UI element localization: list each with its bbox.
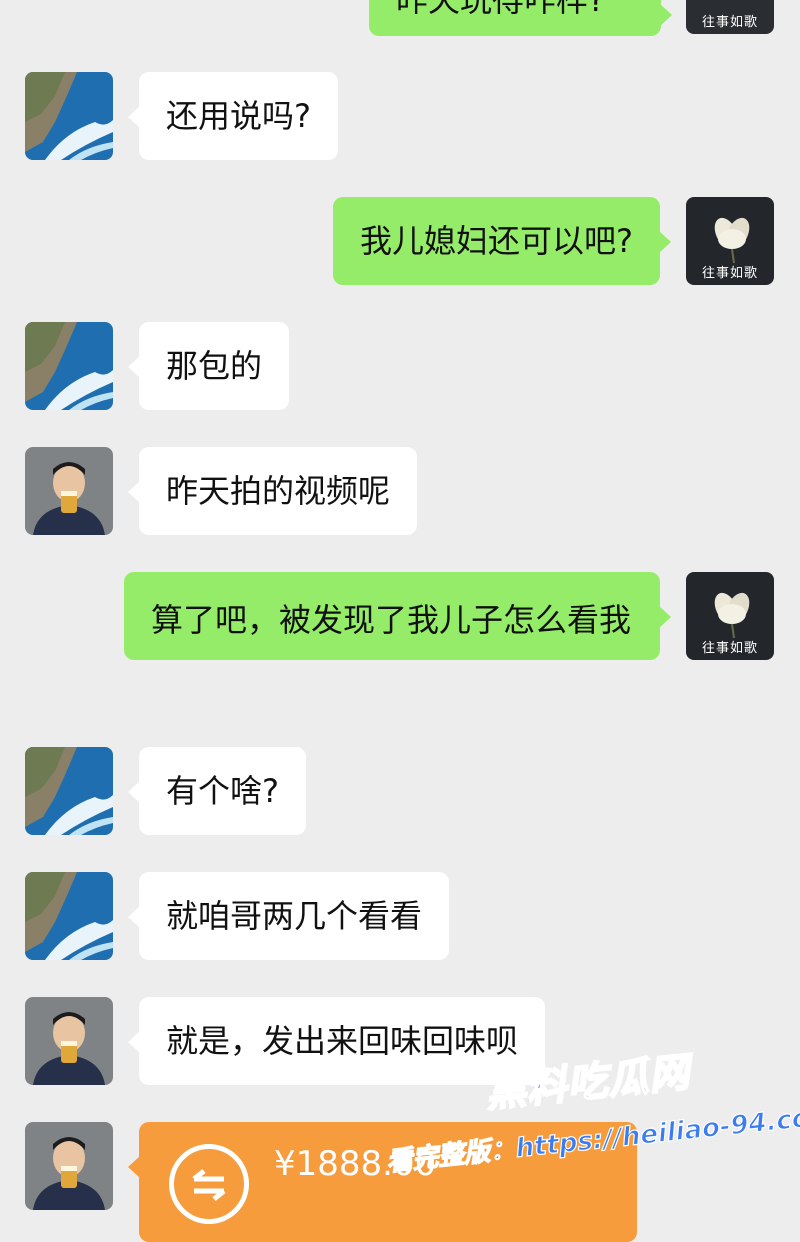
message-bubble-incoming[interactable]: 昨天拍的视频呢 bbox=[127, 447, 418, 535]
message-text: 还用说吗? bbox=[166, 97, 311, 135]
message-bubble-outgoing[interactable]: 昨天玩得咋样? bbox=[369, 0, 672, 36]
avatar-flower[interactable]: 往事如歌 bbox=[686, 0, 774, 34]
message-bubble-incoming[interactable]: 那包的 bbox=[127, 322, 290, 410]
avatar-cliff[interactable] bbox=[25, 322, 113, 410]
message-bubble-outgoing[interactable]: 算了吧，被发现了我儿子怎么看我 bbox=[124, 572, 671, 660]
message-text: 昨天拍的视频呢 bbox=[166, 472, 391, 510]
avatar-flower[interactable]: 往事如歌 bbox=[686, 197, 774, 285]
message-bubble-outgoing[interactable]: 我儿媳妇还可以吧? bbox=[333, 197, 671, 285]
man-with-beer-avatar-icon bbox=[25, 447, 113, 535]
message-bubble-incoming[interactable]: 还用说吗? bbox=[128, 72, 338, 160]
avatar-man[interactable] bbox=[25, 997, 113, 1085]
message-text: 我儿媳妇还可以吧? bbox=[360, 222, 633, 260]
avatar-flower[interactable]: 往事如歌 bbox=[686, 572, 774, 660]
message-text: 那包的 bbox=[166, 347, 263, 385]
message-text: 昨天玩得咋样? bbox=[396, 0, 605, 19]
transfer-icon bbox=[169, 1144, 249, 1224]
message-bubble-incoming[interactable]: 就咱哥两几个看看 bbox=[127, 872, 450, 960]
message-text: 就咱哥两几个看看 bbox=[166, 897, 423, 935]
watermark: 黑料吃瓜网 看完整版：https://heiliao-94.com bbox=[375, 1040, 800, 1200]
avatar-man[interactable] bbox=[25, 1122, 113, 1210]
avatar-label: 往事如歌 bbox=[701, 641, 758, 656]
watermark-title: 黑料吃瓜网 bbox=[483, 1048, 694, 1117]
avatar-label: 往事如歌 bbox=[701, 15, 758, 30]
cliff-sea-avatar-icon bbox=[25, 72, 113, 160]
message-bubble-incoming[interactable]: 有个啥? bbox=[128, 747, 306, 835]
avatar-man[interactable] bbox=[25, 447, 113, 535]
avatar-cliff[interactable] bbox=[25, 72, 113, 160]
cliff-sea-avatar-icon bbox=[25, 747, 113, 835]
message-text: 算了吧，被发现了我儿子怎么看我 bbox=[151, 601, 632, 639]
avatar-cliff[interactable] bbox=[25, 747, 113, 835]
man-with-beer-avatar-icon bbox=[25, 1122, 113, 1210]
message-text: 有个啥? bbox=[166, 772, 279, 810]
man-with-beer-avatar-icon bbox=[25, 997, 113, 1085]
avatar-cliff[interactable] bbox=[25, 872, 113, 960]
cliff-sea-avatar-icon bbox=[25, 322, 113, 410]
cliff-sea-avatar-icon bbox=[25, 872, 113, 960]
avatar-label: 往事如歌 bbox=[701, 266, 758, 281]
